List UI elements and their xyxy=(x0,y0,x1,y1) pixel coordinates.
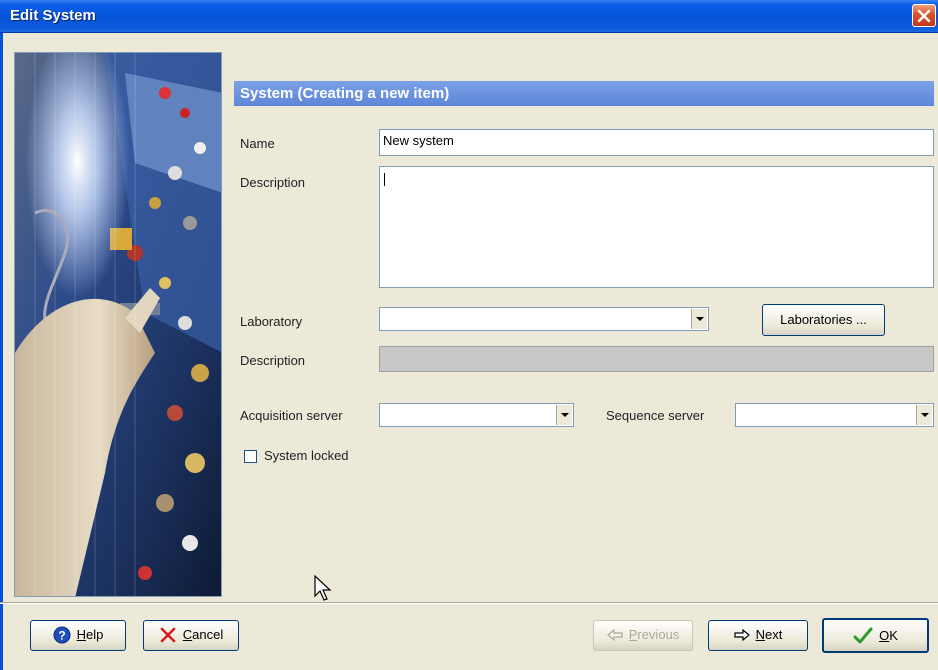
cancel-label: Cancel xyxy=(182,627,224,642)
sequence-server-label: Sequence server xyxy=(606,408,705,423)
name-value: New system xyxy=(383,133,454,148)
chevron-down-icon[interactable] xyxy=(691,309,707,329)
system-locked-checkbox[interactable] xyxy=(244,450,257,463)
name-field[interactable]: New system xyxy=(379,129,934,156)
close-icon xyxy=(917,9,931,23)
mouse-cursor-icon xyxy=(314,574,332,601)
chevron-down-icon[interactable] xyxy=(916,405,932,425)
next-button[interactable]: Next xyxy=(708,620,808,651)
cancel-button[interactable]: Cancel xyxy=(143,620,239,651)
arrow-left-icon xyxy=(606,629,623,641)
title-bar: Edit System xyxy=(0,0,938,33)
ok-button[interactable]: OK xyxy=(822,618,929,653)
cancel-x-icon xyxy=(160,627,176,643)
acquisition-server-select[interactable] xyxy=(379,403,574,427)
ok-label: OK xyxy=(879,628,898,643)
laboratories-button-label: Laboratories ... xyxy=(780,312,867,327)
acquisition-server-label: Acquisition server xyxy=(240,408,343,423)
help-icon: ? xyxy=(53,626,71,644)
help-button[interactable]: ? Help xyxy=(30,620,126,651)
help-label: Help xyxy=(76,627,104,642)
text-caret xyxy=(384,173,385,186)
close-button[interactable] xyxy=(912,4,936,27)
system-locked-label: System locked xyxy=(264,448,349,463)
laboratory-select[interactable] xyxy=(379,307,709,331)
window-title: Edit System xyxy=(10,7,96,24)
next-label: Next xyxy=(755,627,783,642)
lab-description-label: Description xyxy=(240,353,306,368)
svg-text:?: ? xyxy=(58,629,65,643)
name-label: Name xyxy=(240,136,275,151)
chevron-down-icon[interactable] xyxy=(556,405,572,425)
previous-label: Previous xyxy=(628,627,680,642)
arrow-right-icon xyxy=(734,629,750,641)
footer-separator xyxy=(0,602,938,604)
equipment-photo xyxy=(14,52,222,597)
section-header: System (Creating a new item) xyxy=(234,81,934,106)
laboratories-button[interactable]: Laboratories ... xyxy=(762,304,885,336)
sequence-server-select[interactable] xyxy=(735,403,934,427)
laboratory-label: Laboratory xyxy=(240,314,303,329)
description-textarea[interactable] xyxy=(379,166,934,288)
previous-button[interactable]: Previous xyxy=(593,620,693,651)
description-label: Description xyxy=(240,175,306,190)
lab-description-field xyxy=(379,346,934,372)
checkmark-icon xyxy=(853,627,873,643)
